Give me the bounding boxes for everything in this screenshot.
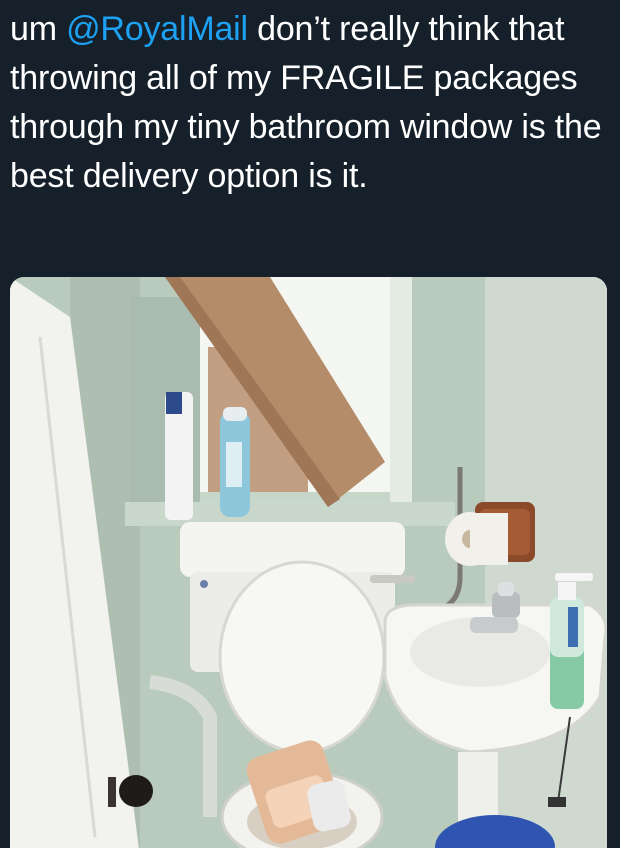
tweet-photo[interactable] (10, 277, 607, 848)
flush-lever-icon (370, 575, 415, 583)
cleaner-bottle-icon (165, 392, 193, 520)
toilet-icon (218, 560, 386, 848)
door-handle-icon (108, 775, 153, 807)
air-freshener-icon (220, 407, 250, 517)
tweet-text: um @RoyalMail don’t really think that th… (10, 5, 610, 201)
mention-link[interactable]: @RoyalMail (66, 10, 248, 48)
tweet-text-prefix: um (10, 10, 67, 48)
bathroom-photo (10, 277, 607, 848)
